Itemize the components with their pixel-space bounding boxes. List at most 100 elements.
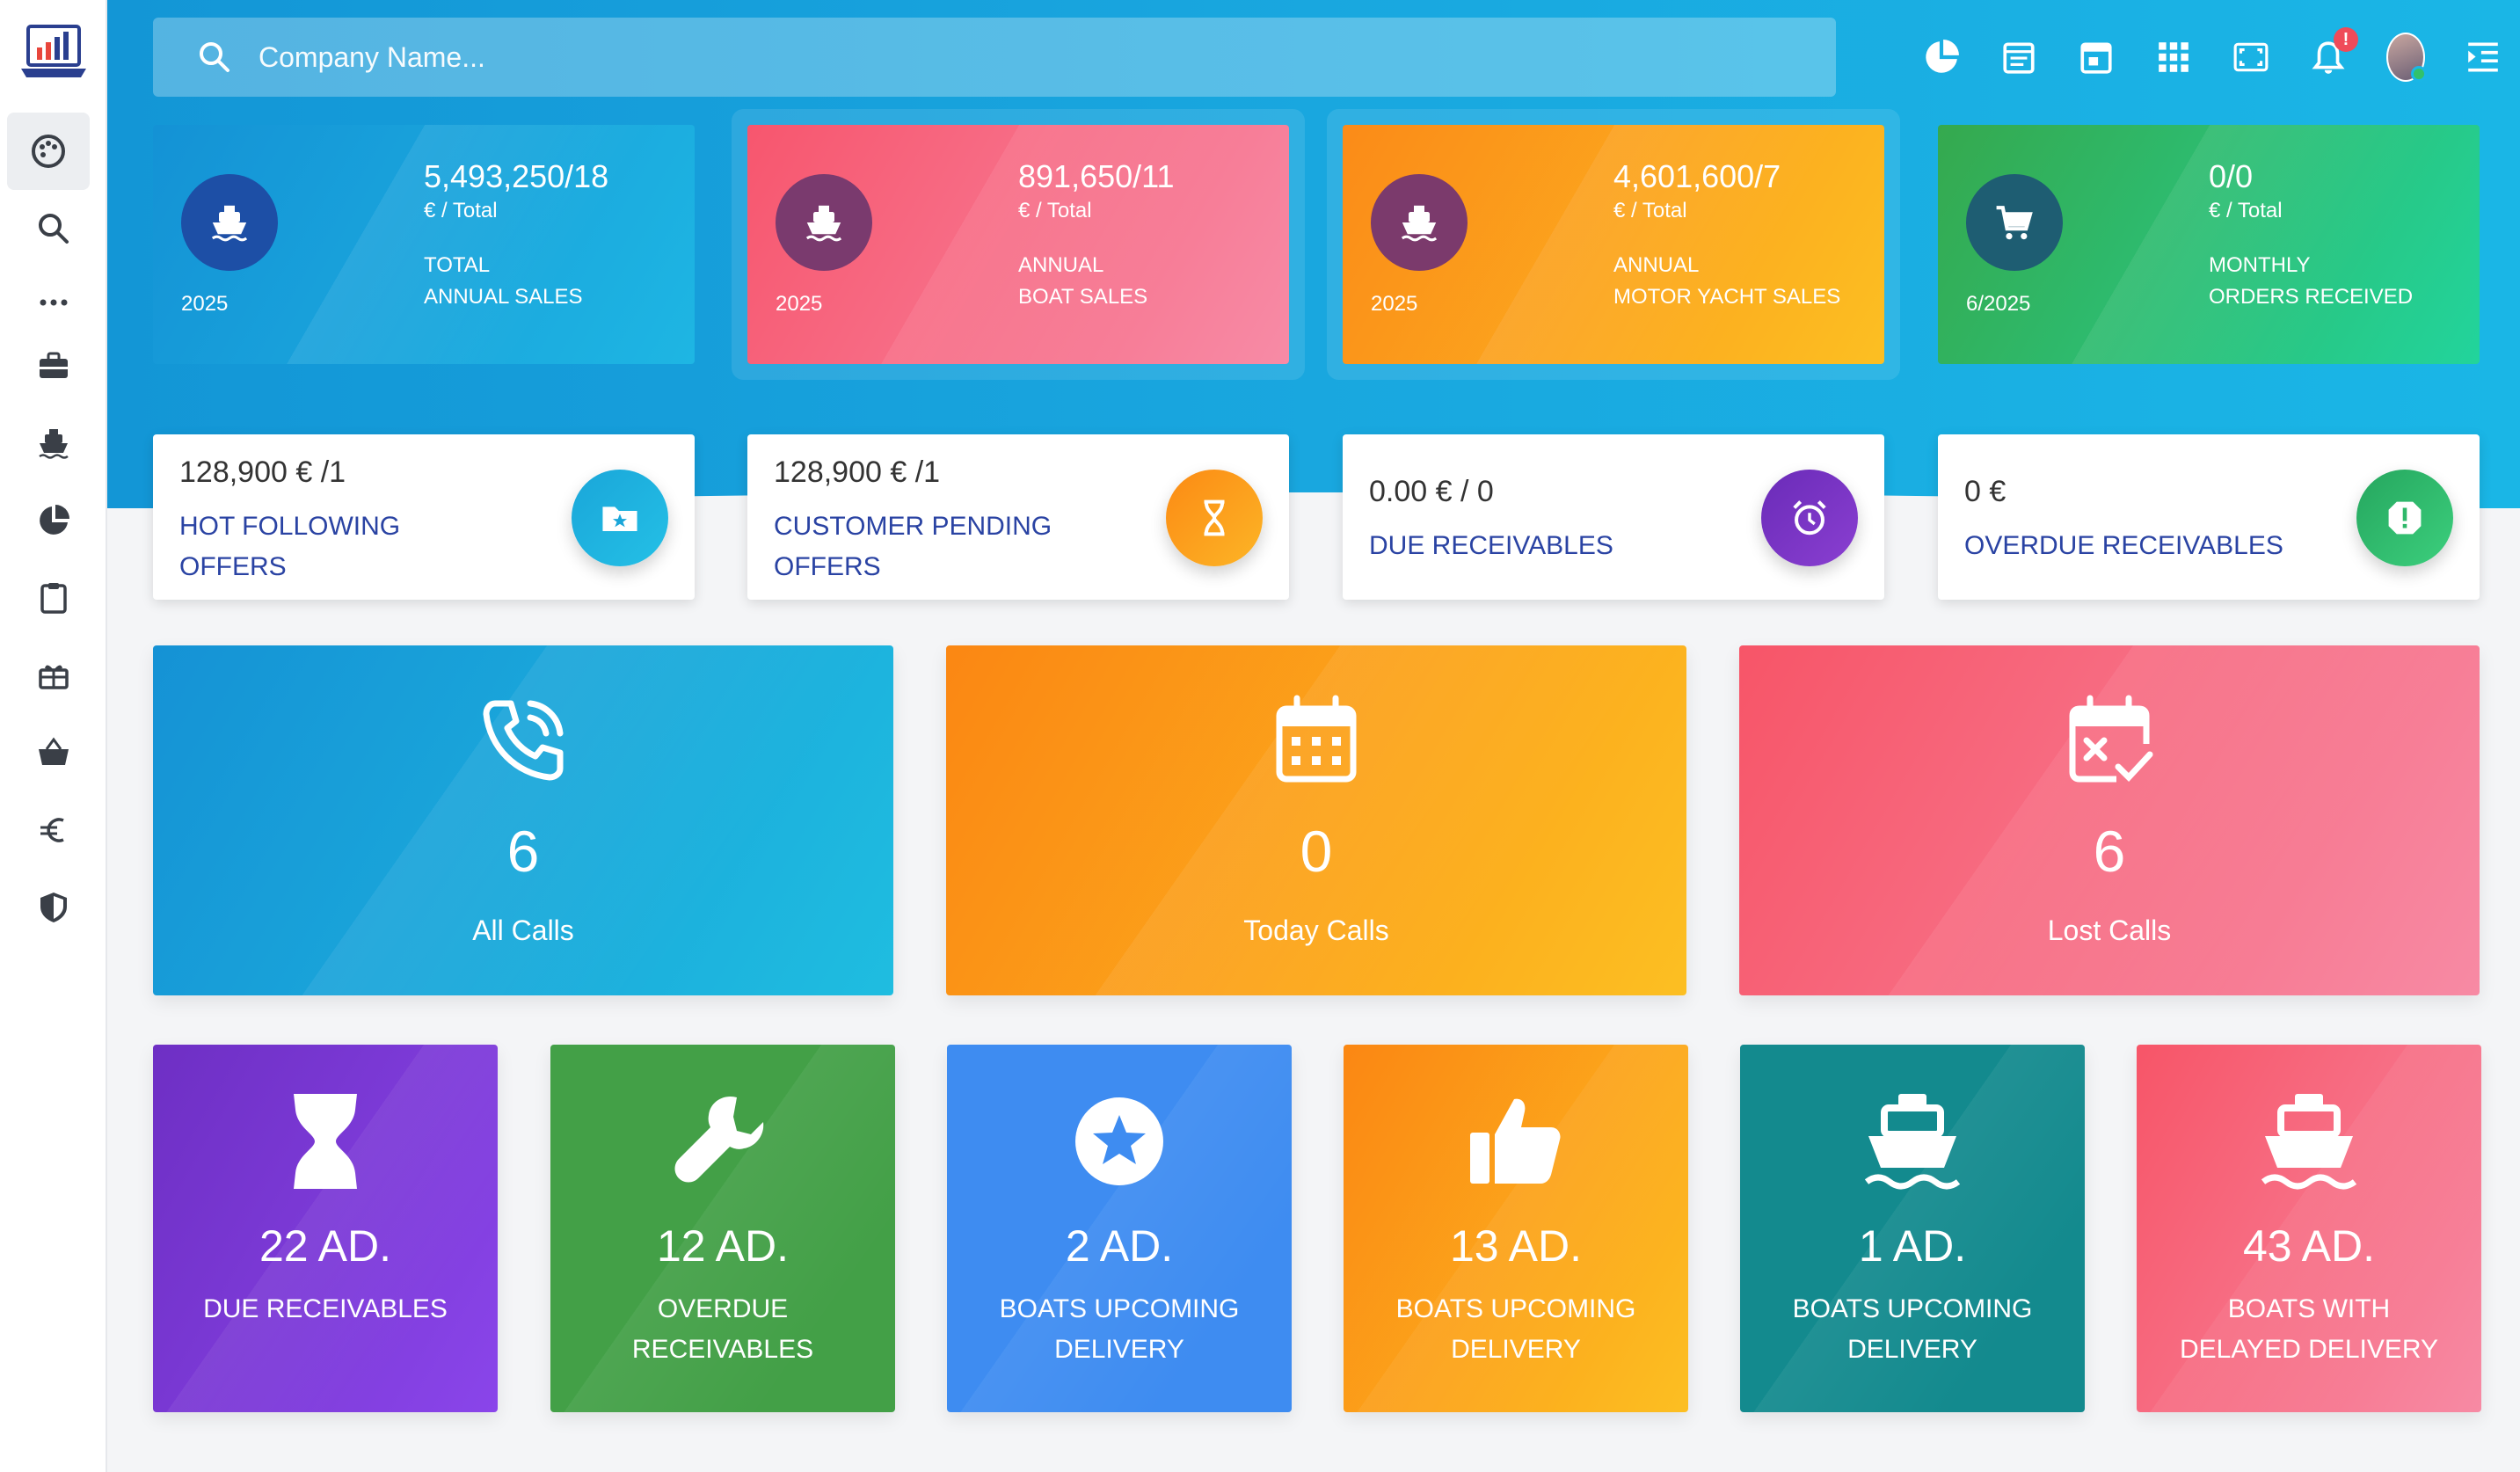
company-search-input[interactable] <box>259 40 1753 74</box>
info-icon-circle <box>1761 470 1858 566</box>
stat-label: ANNUAL MOTOR YACHT SALES <box>1613 253 1841 309</box>
notifications-button[interactable]: ! <box>2309 27 2358 77</box>
reports-button[interactable] <box>1922 38 1961 77</box>
stat-label: MONTHLY ORDERS RECEIVED <box>2209 253 2414 309</box>
sidebar <box>0 0 107 1472</box>
stat-label: TOTAL ANNUAL SALES <box>424 253 583 309</box>
sidebar-item-reports[interactable] <box>0 482 107 559</box>
sidebar-item-dashboard[interactable] <box>7 113 90 190</box>
basket-icon <box>39 737 69 765</box>
euro-icon <box>40 818 64 842</box>
fullscreen-button[interactable] <box>2232 38 2270 77</box>
cart-icon <box>1996 206 2033 240</box>
info-label: HOT FOLLOWING OFFERS <box>179 512 401 581</box>
wrench-icon <box>674 1096 764 1183</box>
ship-icon <box>39 429 69 459</box>
calls-label: All Calls <box>472 915 574 946</box>
info-icon-circle <box>1166 470 1263 566</box>
tile-boats-upcoming-delivery-1[interactable]: 2 AD. BOATS UPCOMING DELIVERY <box>947 1045 1292 1412</box>
stat-card-motor-yacht-sales[interactable]: 2025 4,601,600/7 € / Total ANNUAL MOTOR Y… <box>1343 125 1884 364</box>
stat-card-monthly-orders[interactable]: 6/2025 0/0 € / Total MONTHLY ORDERS RECEI… <box>1938 125 2480 364</box>
tile-count: 22 AD. <box>259 1221 392 1271</box>
calls-label: Lost Calls <box>2047 915 2172 946</box>
tile-count: 2 AD. <box>1065 1221 1174 1271</box>
palette-icon <box>32 135 65 168</box>
info-value: 0.00 € / 0 <box>1369 475 1494 508</box>
tile-count: 13 AD. <box>1449 1221 1583 1271</box>
app-logo[interactable] <box>19 21 88 86</box>
sidebar-item-finance[interactable] <box>0 791 107 869</box>
calls-card-all[interactable]: 6 All Calls <box>153 645 893 995</box>
hourglass-icon <box>294 1094 357 1189</box>
stat-unit: € / Total <box>1018 199 1092 222</box>
tile-due-receivables[interactable]: 22 AD. DUE RECEIVABLES <box>153 1045 498 1412</box>
sidebar-item-boats[interactable] <box>0 404 107 482</box>
tile-count: 43 AD. <box>2242 1221 2376 1271</box>
stat-icon-circle <box>1371 174 1468 271</box>
clipboard-icon <box>40 583 67 614</box>
sidebar-item-briefcase[interactable] <box>0 327 107 404</box>
ship-icon <box>211 205 248 242</box>
calendar-icon <box>2080 42 2112 74</box>
user-avatar-button[interactable] <box>2386 33 2427 82</box>
sidebar-item-clipboard[interactable] <box>0 559 107 637</box>
tile-boats-upcoming-delivery-2[interactable]: 13 AD. BOATS UPCOMING DELIVERY <box>1344 1045 1688 1412</box>
info-icon-circle <box>572 470 668 566</box>
avatar <box>2386 33 2427 82</box>
stat-icon-circle <box>776 174 872 271</box>
calls-card-today[interactable]: 0 Today Calls <box>946 645 1686 995</box>
info-card-overdue-receivables[interactable]: 0 € OVERDUE RECEIVABLES <box>1938 434 2480 600</box>
info-card-pending-offers[interactable]: 128,900 € /1 CUSTOMER PENDING OFFERS <box>747 434 1289 600</box>
apps-grid-button[interactable] <box>2154 38 2193 77</box>
tile-overdue-receivables[interactable]: 12 AD. OVERDUE RECEIVABLES <box>550 1045 895 1412</box>
info-icon-circle <box>2356 470 2453 566</box>
hourglass-icon <box>1204 499 1225 536</box>
stat-card-boat-sales[interactable]: 2025 891,650/11 € / Total ANNUAL BOAT SAL… <box>747 125 1289 364</box>
search-icon[interactable] <box>197 40 232 75</box>
info-value: 128,900 € /1 <box>774 455 941 489</box>
info-card-hot-offers[interactable]: 128,900 € /1 HOT FOLLOWING OFFERS <box>153 434 695 600</box>
stat-icon-circle <box>181 174 278 271</box>
gift-box-icon <box>39 665 69 689</box>
fullscreen-icon <box>2233 42 2269 72</box>
ship-icon <box>2261 1094 2357 1190</box>
calendar-day-button[interactable] <box>2077 38 2116 77</box>
laptop-chart-icon <box>21 25 86 77</box>
ship-icon <box>805 205 842 242</box>
stat-value: 891,650/11 <box>1018 158 1175 194</box>
online-status-dot <box>2411 66 2427 82</box>
stat-label: ANNUAL BOAT SALES <box>1018 253 1148 309</box>
calendar-icon <box>1276 695 1357 783</box>
stat-unit: € / Total <box>424 199 498 222</box>
sidebar-item-security[interactable] <box>0 869 107 946</box>
tile-label: BOATS UPCOMING DELIVERY <box>1395 1294 1636 1364</box>
ship-icon <box>1864 1094 1961 1190</box>
sidebar-item-gifts[interactable] <box>0 637 107 714</box>
tile-label: OVERDUE RECEIVABLES <box>631 1294 814 1364</box>
sidebar-item-basket[interactable] <box>0 714 107 791</box>
tile-count: 1 AD. <box>1858 1221 1967 1271</box>
calendar-list-icon <box>2003 42 2035 74</box>
tile-boats-upcoming-delivery-3[interactable]: 1 AD. BOATS UPCOMING DELIVERY <box>1740 1045 2085 1412</box>
calls-card-lost[interactable]: 6 Lost Calls <box>1739 645 2480 995</box>
calendar-x-icon <box>2069 695 2153 783</box>
top-toolbar: ! <box>1922 26 2502 88</box>
grid-icon <box>2159 42 2189 72</box>
stat-card-total-sales[interactable]: 2025 5,493,250/18 € / Total TOTAL ANNUAL … <box>153 125 695 364</box>
sidebar-item-search[interactable] <box>0 190 107 267</box>
shield-icon <box>40 893 67 922</box>
info-card-due-receivables[interactable]: 0.00 € / 0 DUE RECEIVABLES <box>1343 434 1884 600</box>
calendar-list-button[interactable] <box>1999 38 2038 77</box>
tile-boats-delayed-delivery[interactable]: 43 AD. BOATS WITH DELAYED DELIVERY <box>2137 1045 2481 1412</box>
info-value: 128,900 € /1 <box>179 455 346 489</box>
calls-label: Today Calls <box>1243 915 1389 946</box>
phone-call-icon <box>483 700 564 781</box>
notification-badge: ! <box>2334 27 2358 52</box>
stat-unit: € / Total <box>1613 199 1687 222</box>
search-bar <box>153 18 1836 97</box>
search-icon <box>39 214 69 244</box>
folder-star-icon <box>602 506 637 531</box>
pie-chart-icon <box>1926 40 1959 73</box>
menu-toggle-button[interactable] <box>2464 38 2502 77</box>
stat-year: 2025 <box>1371 292 1418 316</box>
